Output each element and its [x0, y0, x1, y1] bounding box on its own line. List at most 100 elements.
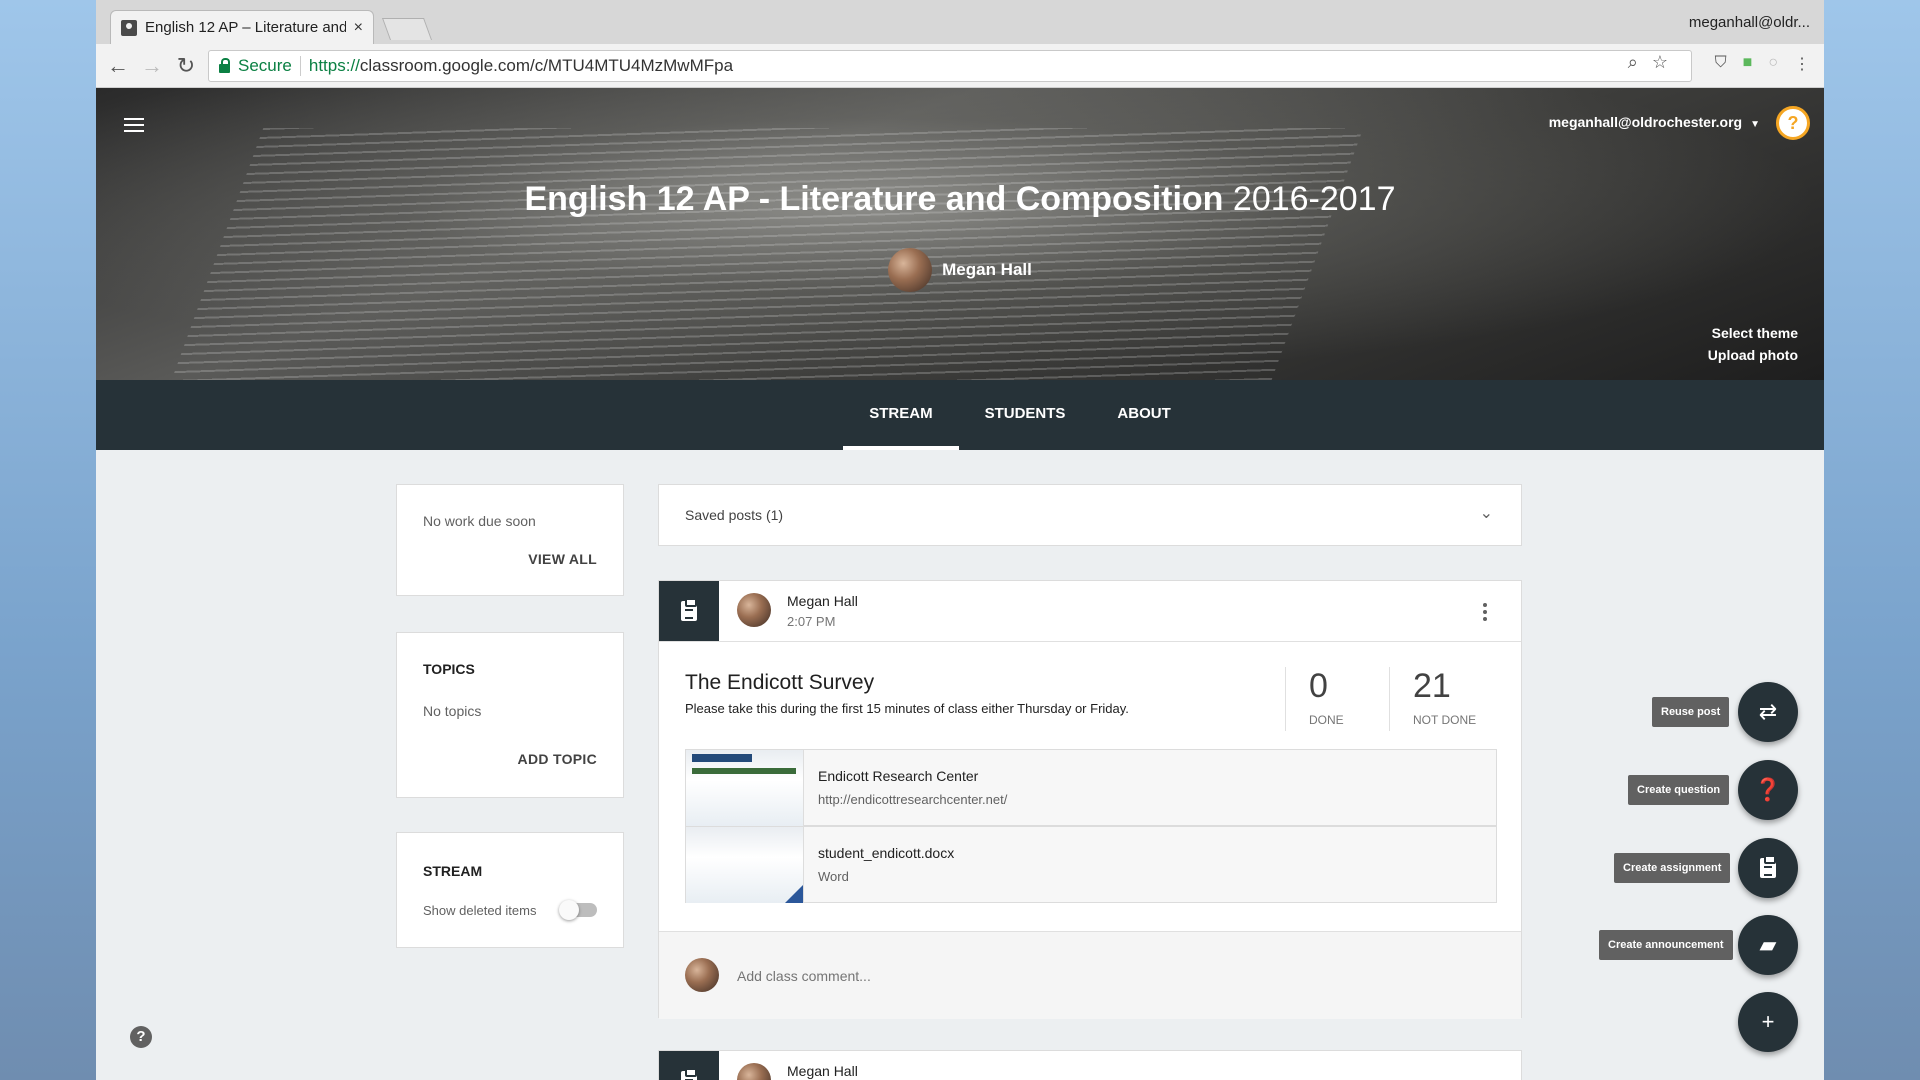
- not-done-count[interactable]: 21: [1413, 667, 1451, 706]
- class-tabs: STREAM STUDENTS ABOUT: [96, 380, 1824, 450]
- commenter-avatar: [685, 958, 719, 992]
- circle-extension-icon[interactable]: ○: [1768, 54, 1778, 74]
- upcoming-text: No work due soon: [423, 513, 536, 529]
- class-comment-input[interactable]: Add class comment...: [737, 968, 871, 984]
- plus-icon: +: [1761, 1009, 1775, 1034]
- classroom-favicon-icon: [121, 19, 137, 36]
- tab-stream[interactable]: STREAM: [843, 380, 959, 450]
- create-announcement-label[interactable]: Create announcement: [1599, 930, 1733, 960]
- browser-window: English 12 AP – Literature and × meganha…: [96, 0, 1824, 1080]
- divider: [299, 56, 301, 76]
- topics-empty: No topics: [423, 703, 482, 719]
- repeat-icon: ⇄: [1758, 699, 1778, 724]
- tab-close-icon[interactable]: ×: [354, 19, 363, 37]
- url-path: classroom.google.com/c/MTU4MTU4MzMwMFpa: [359, 56, 734, 75]
- divider: [1285, 667, 1286, 731]
- url-scheme: https://: [308, 56, 360, 75]
- tab-strip: English 12 AP – Literature and × meganha…: [96, 0, 1824, 44]
- comment-area: Add class comment...: [659, 931, 1521, 1019]
- help-icon[interactable]: ?: [130, 1026, 152, 1048]
- reuse-post-label[interactable]: Reuse post: [1652, 697, 1730, 727]
- assignment-title[interactable]: The Endicott Survey: [685, 671, 874, 695]
- stream-settings-title: STREAM: [423, 863, 483, 879]
- reload-icon[interactable]: ↻: [172, 52, 200, 80]
- create-announcement-button[interactable]: ▰: [1738, 915, 1798, 975]
- divider: [1389, 667, 1390, 731]
- hamburger-menu-icon[interactable]: [124, 118, 144, 132]
- address-bar[interactable]: Secure https://classroom.google.com/c/MT…: [208, 50, 1692, 82]
- create-question-button[interactable]: ❓: [1738, 760, 1798, 820]
- author-avatar: [737, 1063, 771, 1080]
- assignment-icon: [681, 598, 697, 621]
- caret-down-icon: ▼: [1750, 119, 1760, 130]
- teacher-info: Megan Hall: [96, 248, 1824, 292]
- forward-icon[interactable]: →: [138, 52, 166, 80]
- create-assignment-label[interactable]: Create assignment: [1614, 853, 1731, 883]
- topics-card: TOPICS No topics ADD TOPIC: [396, 632, 624, 798]
- chrome-menu-icon[interactable]: ⋮: [1794, 54, 1810, 74]
- tab-students[interactable]: STUDENTS: [959, 380, 1092, 450]
- account-email: meganhall@oldrochester.org: [1548, 114, 1743, 130]
- next-post: Megan Hall: [658, 1050, 1522, 1080]
- browser-tab[interactable]: English 12 AP – Literature and ×: [110, 10, 374, 44]
- assignment-icon: [681, 1068, 697, 1080]
- reuse-post-button[interactable]: ⇄: [1738, 682, 1798, 742]
- bookmark-star-icon[interactable]: ☆: [1652, 52, 1668, 73]
- upload-photo-link[interactable]: Upload photo: [1708, 344, 1798, 366]
- create-post-fab[interactable]: +: [1738, 992, 1798, 1052]
- secure-label: Secure: [238, 56, 292, 75]
- announcement-icon: ▰: [1759, 932, 1777, 957]
- add-topic-button[interactable]: ADD TOPIC: [518, 751, 597, 767]
- stream-settings-card: STREAM Show deleted items: [396, 832, 624, 948]
- select-theme-link[interactable]: Select theme: [1708, 322, 1798, 344]
- upcoming-card: No work due soon VIEW ALL: [396, 484, 624, 596]
- assignment-description: Please take this during the first 15 min…: [685, 701, 1129, 716]
- account-switcher[interactable]: meganhall@oldrochester.org ▼: [1549, 114, 1760, 130]
- attachment-link[interactable]: Endicott Research Center http://endicott…: [685, 749, 1497, 826]
- extension-icons: ⛉ ■ ○ ⋮: [1715, 54, 1810, 74]
- lock-icon: [219, 57, 230, 73]
- show-deleted-label: Show deleted items: [423, 903, 537, 918]
- zoom-icon[interactable]: ⌕: [1628, 52, 1638, 73]
- divider: [659, 641, 1521, 642]
- browser-toolbar: ← → ↻ Secure https://classroom.google.co…: [96, 44, 1824, 88]
- saved-posts-bar[interactable]: Saved posts (1) ⌄: [658, 484, 1522, 546]
- view-all-button[interactable]: VIEW ALL: [528, 551, 597, 567]
- doc-thumbnail: [686, 827, 804, 903]
- browser-profile[interactable]: meganhall@oldr...: [1689, 14, 1810, 31]
- done-label: DONE: [1309, 713, 1344, 727]
- post-more-icon[interactable]: [1483, 603, 1487, 621]
- saved-posts-label: Saved posts (1): [685, 507, 784, 523]
- course-title: English 12 AP - Literature and Compositi…: [96, 180, 1824, 219]
- course-name: English 12 AP - Literature and Compositi…: [524, 180, 1224, 218]
- word-corner-icon: [785, 885, 803, 903]
- help-icon[interactable]: ?: [1776, 106, 1810, 140]
- assignment-post: Megan Hall 2:07 PM The Endicott Survey P…: [658, 580, 1522, 1019]
- create-question-label[interactable]: Create question: [1628, 775, 1730, 805]
- done-count[interactable]: 0: [1309, 667, 1328, 706]
- link-thumbnail: [686, 750, 804, 826]
- new-tab-button[interactable]: [381, 18, 433, 40]
- assignment-type-icon: [659, 581, 719, 641]
- post-time: 2:07 PM: [787, 614, 836, 629]
- evernote-extension-icon[interactable]: ■: [1743, 54, 1753, 74]
- topics-title: TOPICS: [423, 661, 475, 677]
- shield-extension-icon[interactable]: ⛉: [1715, 54, 1727, 74]
- attachment-file[interactable]: student_endicott.docx Word: [685, 826, 1497, 903]
- tab-about[interactable]: ABOUT: [1091, 380, 1196, 450]
- thumbnail-logo: [692, 754, 752, 762]
- chevron-down-icon[interactable]: ⌄: [1480, 503, 1493, 523]
- omnibox-icons: ⌕ ☆: [1628, 52, 1668, 73]
- teacher-avatar: [888, 248, 933, 292]
- show-deleted-toggle[interactable]: [559, 900, 597, 920]
- assignment-type-icon: [659, 1051, 719, 1080]
- thumbnail-bar: [692, 768, 796, 774]
- not-done-label: NOT DONE: [1413, 713, 1477, 727]
- attachment-type: Word: [818, 869, 849, 884]
- back-icon[interactable]: ←: [104, 52, 132, 80]
- post-author: Megan Hall: [787, 1063, 858, 1079]
- course-section: 2016-2017: [1232, 180, 1396, 218]
- attachment-url: http://endicottresearchcenter.net/: [818, 792, 1008, 807]
- create-assignment-button[interactable]: [1738, 838, 1798, 898]
- class-header: meganhall@oldrochester.org ▼ ? English 12…: [96, 88, 1824, 388]
